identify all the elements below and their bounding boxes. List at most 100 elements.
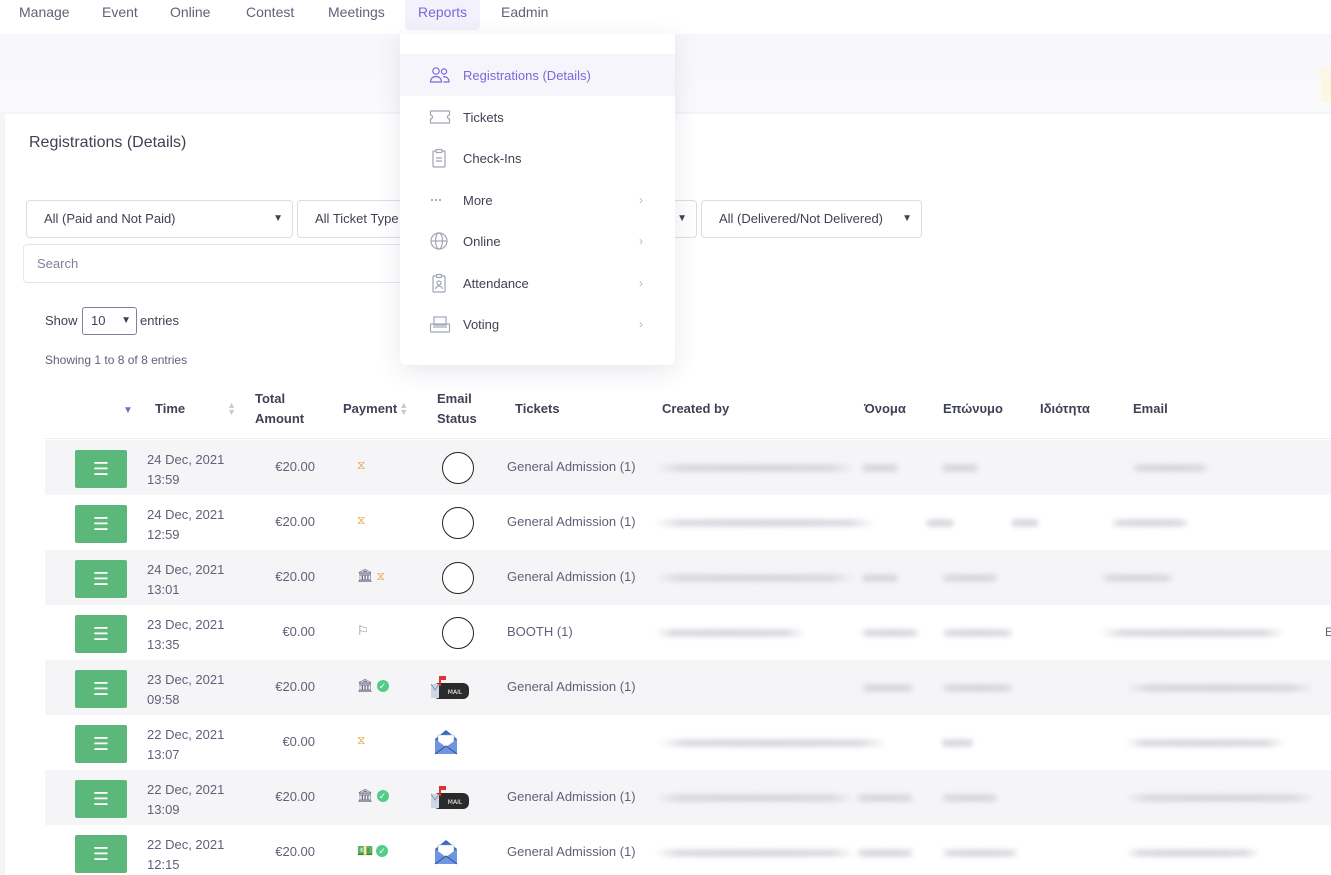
col-role[interactable]: Ιδιότητα xyxy=(1040,380,1090,438)
table-row: ☰ 24 Dec, 2021 13:59 €20.00 ⧖ General Admissi… xyxy=(45,440,1331,495)
row-payment-status: ⚐ xyxy=(357,623,369,639)
menu-item-online[interactable]: Online › xyxy=(400,220,675,262)
redacted-text xyxy=(940,629,1015,637)
col-payment-label: Payment xyxy=(343,401,398,416)
menu-item-voting[interactable]: Voting › xyxy=(400,303,675,345)
nav-tab-meetings[interactable]: Meetings xyxy=(315,0,398,30)
redacted-text xyxy=(1125,684,1315,692)
redacted-text xyxy=(1010,519,1040,527)
redacted-text xyxy=(940,739,975,747)
row-clock: 13:59 xyxy=(147,472,180,487)
redacted-text xyxy=(655,849,855,857)
search-input[interactable]: Search xyxy=(23,244,403,283)
mailbox-icon: MAIL xyxy=(431,786,469,809)
nav-tab-contest[interactable]: Contest xyxy=(233,0,307,30)
table-row: ☰ 23 Dec, 2021 13:35 €0.00 ⚐ BOOTH (1) xyxy=(45,605,1331,660)
col-email-status[interactable]: Email Status xyxy=(437,380,477,438)
row-payment-status: 🏛 ✓ xyxy=(357,678,389,694)
nav-tab-eadmin[interactable]: Eadmin xyxy=(488,0,561,30)
check-circle-icon: ✓ xyxy=(376,790,389,802)
row-clock: 13:01 xyxy=(147,582,180,597)
redacted-text xyxy=(940,684,1015,692)
col-first-name[interactable]: Όνομα xyxy=(864,380,906,438)
redacted-text xyxy=(925,519,955,527)
row-clock: 12:15 xyxy=(147,857,180,872)
truncated-cell-text: E xyxy=(1325,625,1331,639)
col-email[interactable]: Email xyxy=(1133,380,1168,438)
redacted-text xyxy=(940,464,980,472)
row-payment-status: 🏛 ⧖ xyxy=(357,568,385,584)
reports-dropdown-menu: Registrations (Details) Tickets Check-In… xyxy=(400,34,675,365)
nav-tab-event[interactable]: Event xyxy=(89,0,151,30)
clipboard-icon xyxy=(432,148,446,168)
delivery-filter-select[interactable]: All (Delivered/Not Delivered) ▼ xyxy=(701,200,922,238)
menu-item-label: Voting xyxy=(463,316,500,332)
table-row: ☰ 23 Dec, 2021 09:58 €20.00 🏛 ✓ MAIL General Ad… xyxy=(45,660,1331,715)
redacted-text xyxy=(940,849,1020,857)
bank-icon: 🏛 xyxy=(357,788,374,803)
redacted-text xyxy=(855,794,915,802)
redacted-text xyxy=(658,739,888,747)
email-not-sent-icon xyxy=(442,507,474,539)
menu-item-label: Tickets xyxy=(463,109,504,125)
nav-tab-online[interactable]: Online xyxy=(157,0,223,30)
col-total-amount[interactable]: Total Amount xyxy=(255,380,304,438)
page-size-select[interactable]: 10 ▼ xyxy=(82,307,137,335)
chevron-down-icon: ▼ xyxy=(677,213,687,224)
redacted-text xyxy=(655,519,875,527)
col-email-status-line2: Status xyxy=(437,411,477,426)
email-not-sent-icon xyxy=(442,617,474,649)
row-tickets: General Admission (1) xyxy=(507,569,636,584)
table-row: ☰ 24 Dec, 2021 13:01 €20.00 🏛 ⧖ General Admiss… xyxy=(45,550,1331,605)
col-last-name[interactable]: Επώνυμο xyxy=(943,380,1003,438)
redacted-text xyxy=(940,574,1000,582)
redacted-text xyxy=(860,464,900,472)
hourglass-icon: ⧖ xyxy=(357,513,366,527)
menu-item-registrations-details[interactable]: Registrations (Details) xyxy=(400,54,675,96)
chevron-right-icon: › xyxy=(639,276,643,290)
cash-icon: 💵 xyxy=(357,843,374,858)
row-tickets: General Admission (1) xyxy=(507,459,636,474)
row-payment-status: ⧖ xyxy=(357,513,365,528)
redacted-text xyxy=(655,794,855,802)
sort-icon[interactable]: ▲ ▼ xyxy=(227,401,236,417)
row-amount: €20.00 xyxy=(275,844,315,859)
redacted-text xyxy=(655,574,855,582)
redacted-text xyxy=(655,464,855,472)
col-time[interactable]: Time ▲ ▼ xyxy=(155,380,236,438)
mailbox-icon: MAIL xyxy=(431,676,469,699)
redacted-text xyxy=(855,849,915,857)
row-tickets: General Admission (1) xyxy=(507,514,636,529)
menu-item-more[interactable]: More › xyxy=(400,179,675,221)
row-payment-status: ⧖ xyxy=(357,458,365,473)
check-circle-icon: ✓ xyxy=(376,680,389,692)
row-tickets: General Admission (1) xyxy=(507,679,636,694)
menu-item-tickets[interactable]: Tickets xyxy=(400,96,675,138)
table-row: ☰ 24 Dec, 2021 12:59 €20.00 ⧖ General Admissi… xyxy=(45,495,1331,550)
row-amount: €20.00 xyxy=(275,679,315,694)
redacted-text xyxy=(940,794,1000,802)
nav-tab-manage[interactable]: Manage xyxy=(6,0,83,30)
top-nav: Manage Event Online Contest Meetings Rep… xyxy=(0,0,1331,34)
col-created-by[interactable]: Created by xyxy=(662,380,729,438)
table-header-divider xyxy=(45,438,1331,439)
menu-item-check-ins[interactable]: Check-Ins xyxy=(400,137,675,179)
col-time-label: Time xyxy=(155,401,186,416)
chevron-right-icon: › xyxy=(639,317,643,331)
sort-desc-icon[interactable]: ▼ xyxy=(123,405,133,416)
nav-tab-reports[interactable]: Reports xyxy=(405,0,481,30)
menu-item-label: Registrations (Details) xyxy=(463,67,591,83)
col-payment[interactable]: Payment ▲ ▼ xyxy=(343,380,408,438)
row-clock: 13:07 xyxy=(147,747,180,762)
col-tickets[interactable]: Tickets xyxy=(515,380,560,438)
sort-icon[interactable]: ▲ ▼ xyxy=(399,401,408,417)
table-row: ☰ 22 Dec, 2021 13:09 €20.00 🏛 ✓ MAIL General Ad… xyxy=(45,770,1331,825)
chevron-down-icon: ▼ xyxy=(121,315,131,326)
row-amount: €20.00 xyxy=(275,789,315,804)
menu-item-label: Check-Ins xyxy=(463,150,522,166)
menu-item-attendance[interactable]: Attendance › xyxy=(400,262,675,304)
redacted-text xyxy=(1125,794,1315,802)
row-clock: 09:58 xyxy=(147,692,180,707)
chevron-down-icon: ▼ xyxy=(273,213,283,224)
payment-filter-select[interactable]: All (Paid and Not Paid) ▼ xyxy=(26,200,293,238)
